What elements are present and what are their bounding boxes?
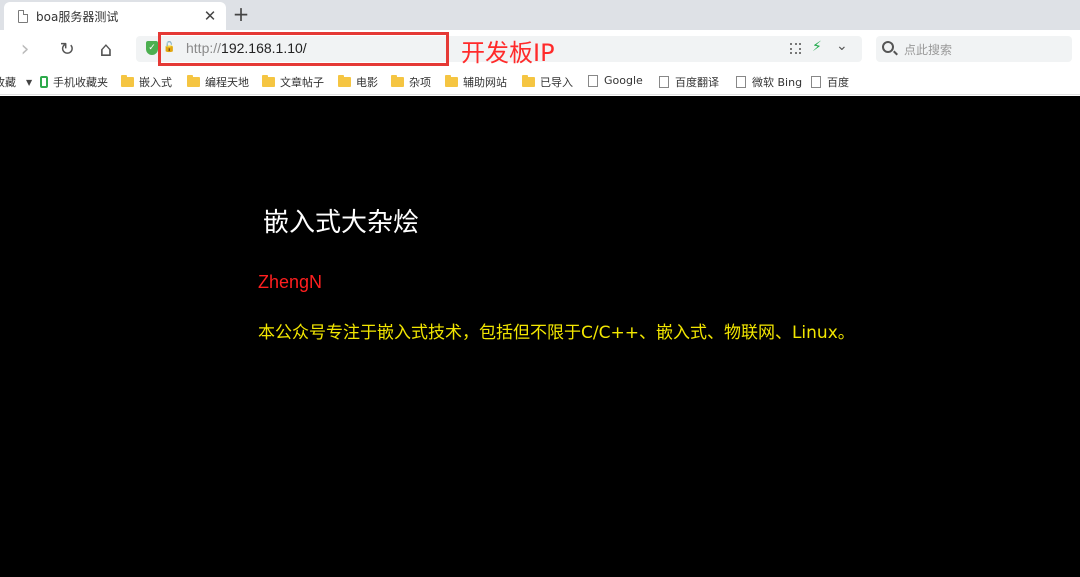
page-heading: 嵌入式大杂烩 (263, 208, 420, 238)
search-input[interactable]: 点此搜索 (904, 41, 952, 58)
forward-icon[interactable]: › (14, 37, 36, 62)
new-tab-button[interactable]: + (230, 2, 252, 26)
tab-active[interactable]: boa服务器测试 ✕ (4, 2, 226, 30)
bookmark-folder-tools[interactable]: 辅助网站 (445, 74, 507, 90)
bookmark-label: 百度翻译 (675, 76, 719, 89)
bookmark-bing[interactable]: 微软 Bing (736, 74, 802, 90)
bookmark-mobile[interactable]: 手机收藏夹 (40, 74, 108, 90)
author-name: ZhengN (258, 272, 323, 292)
reload-icon[interactable]: ↻ (56, 38, 78, 60)
home-icon[interactable]: ⌂ (95, 37, 117, 61)
search-icon[interactable] (882, 41, 894, 53)
bookmark-folder-programming[interactable]: 编程天地 (187, 74, 249, 90)
folder-icon (522, 75, 535, 87)
bookmark-folder-movies[interactable]: 电影 (338, 74, 378, 90)
bookmark-favorites-menu[interactable]: 收藏 ▼ (0, 74, 38, 90)
bookmark-folder-misc[interactable]: 杂项 (391, 74, 431, 90)
bookmark-label: 编程天地 (205, 76, 249, 89)
page-description: 本公众号专注于嵌入式技术，包括但不限于C/C++、嵌入式、物联网、Linux。 (258, 323, 855, 343)
page-icon (588, 74, 598, 87)
chevron-down-icon[interactable]: ⌄ (836, 38, 848, 54)
page-icon (811, 76, 821, 88)
bookmark-label: Google (604, 74, 643, 87)
annotation-label: 开发板IP (461, 39, 555, 67)
page-content: 嵌入式大杂烩 ZhengN 本公众号专注于嵌入式技术，包括但不限于C/C++、嵌… (0, 96, 1080, 577)
bookmark-google[interactable]: Google (588, 74, 643, 87)
close-icon[interactable]: ✕ (200, 6, 220, 26)
bookmark-folder-embedded[interactable]: 嵌入式 (121, 74, 172, 90)
page-icon (659, 76, 669, 88)
bolt-icon[interactable]: ⚡ (812, 39, 822, 55)
qr-code-icon[interactable] (790, 43, 801, 54)
folder-icon (338, 75, 351, 87)
folder-icon (121, 75, 134, 87)
bookmark-label: 手机收藏夹 (53, 76, 108, 89)
url-highlight-box (158, 32, 449, 66)
tab-bar: boa服务器测试 ✕ + (0, 0, 1080, 30)
bookmarks-bar: 收藏 ▼ 手机收藏夹 嵌入式 编程天地 文章帖子 电影 杂项 辅助网站 已导入 G… (0, 68, 1080, 95)
bookmark-label: 收藏 (0, 76, 16, 89)
bookmark-folder-articles[interactable]: 文章帖子 (262, 74, 324, 90)
bookmark-folder-imported[interactable]: 已导入 (522, 74, 573, 90)
page-icon (736, 76, 746, 88)
bookmark-label: 已导入 (540, 76, 573, 89)
bookmark-baidu-translate[interactable]: 百度翻译 (659, 74, 719, 90)
phone-icon (40, 76, 48, 88)
caret-down-icon: ▼ (26, 77, 33, 87)
bookmark-baidu[interactable]: 百度 (811, 74, 849, 90)
folder-icon (445, 75, 458, 87)
bookmark-label: 文章帖子 (280, 76, 324, 89)
folder-icon (262, 75, 275, 87)
bookmark-label: 电影 (356, 76, 378, 89)
folder-icon (187, 75, 200, 87)
bookmark-label: 百度 (827, 76, 849, 89)
tab-title: boa服务器测试 (36, 9, 119, 24)
page-icon (18, 9, 28, 23)
shield-icon: ✓ (146, 41, 158, 55)
bookmark-label: 微软 Bing (752, 76, 802, 89)
toolbar: › ↻ ⌂ ✓ 🔓 http://192.168.1.10/ 开发板IP ⚡ ⌄… (0, 30, 1080, 68)
folder-icon (391, 75, 404, 87)
bookmark-label: 杂项 (409, 76, 431, 89)
bookmark-label: 辅助网站 (463, 76, 507, 89)
bookmark-label: 嵌入式 (139, 76, 172, 89)
